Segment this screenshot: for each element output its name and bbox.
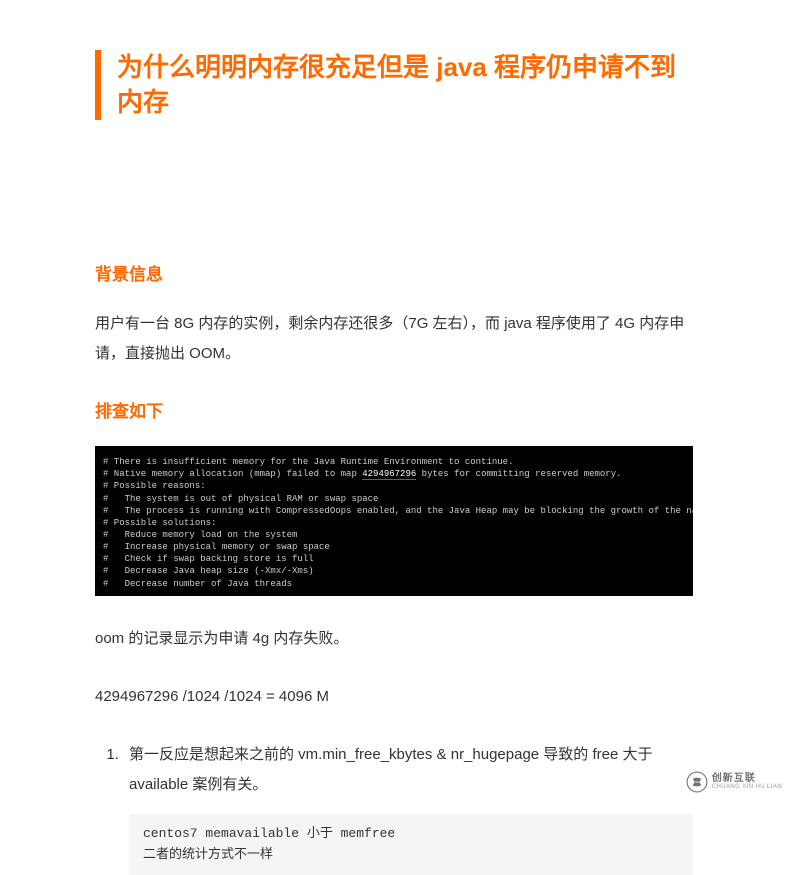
watermark-text: 创新互联 CHUANG XIN HU LIAN xyxy=(712,774,782,790)
terminal-output: # There is insufficient memory for the J… xyxy=(95,446,693,596)
term-line: # Reduce memory load on the system xyxy=(103,529,685,541)
paragraph-background: 用户有一台 8G 内存的实例，剩余内存还很多（7G 左右），而 java 程序使… xyxy=(95,309,693,369)
term-line: # Check if swap backing store is full xyxy=(103,553,685,565)
term-line: # There is insufficient memory for the J… xyxy=(103,456,685,468)
code-line: centos7 memavailable 小于 memfree xyxy=(143,826,395,841)
paragraph-calc: 4294967296 /1024 /1024 = 4096 M xyxy=(95,682,693,712)
watermark-en: CHUANG XIN HU LIAN xyxy=(712,784,782,790)
heading-background: 背景信息 xyxy=(95,260,693,285)
title-block: 为什么明明内存很充足但是 java 程序仍申请不到内存 xyxy=(95,50,693,120)
paragraph-oom-note: oom 的记录显示为申请 4g 内存失败。 xyxy=(95,624,693,654)
step-item: 第一反应是想起来之前的 vm.min_free_kbytes & nr_huge… xyxy=(123,740,693,800)
article-content: 为什么明明内存很充足但是 java 程序仍申请不到内存 背景信息 用户有一台 8… xyxy=(0,0,788,875)
term-line: # The process is running with Compressed… xyxy=(103,505,685,517)
watermark: 创新互联 CHUANG XIN HU LIAN xyxy=(686,771,782,793)
watermark-cn: 创新互联 xyxy=(712,774,782,784)
term-line: # Possible reasons: xyxy=(103,480,685,492)
ordered-steps: 第一反应是想起来之前的 vm.min_free_kbytes & nr_huge… xyxy=(95,740,693,800)
term-line: # The system is out of physical RAM or s… xyxy=(103,493,685,505)
code-block: centos7 memavailable 小于 memfree 二者的统计方式不… xyxy=(129,814,693,875)
watermark-logo-icon xyxy=(686,771,708,793)
term-line: # Increase physical memory or swap space xyxy=(103,541,685,553)
code-line: 二者的统计方式不一样 xyxy=(143,847,273,862)
term-line: # Decrease Java heap size (-Xmx/-Xms) xyxy=(103,565,685,577)
highlighted-value: 4294967296 xyxy=(362,469,416,480)
term-line: # Native memory allocation (mmap) failed… xyxy=(103,468,685,480)
heading-investigation: 排查如下 xyxy=(95,397,693,422)
page-title: 为什么明明内存很充足但是 java 程序仍申请不到内存 xyxy=(117,50,693,120)
term-line: # Decrease number of Java threads xyxy=(103,578,685,590)
term-line: # Possible solutions: xyxy=(103,517,685,529)
